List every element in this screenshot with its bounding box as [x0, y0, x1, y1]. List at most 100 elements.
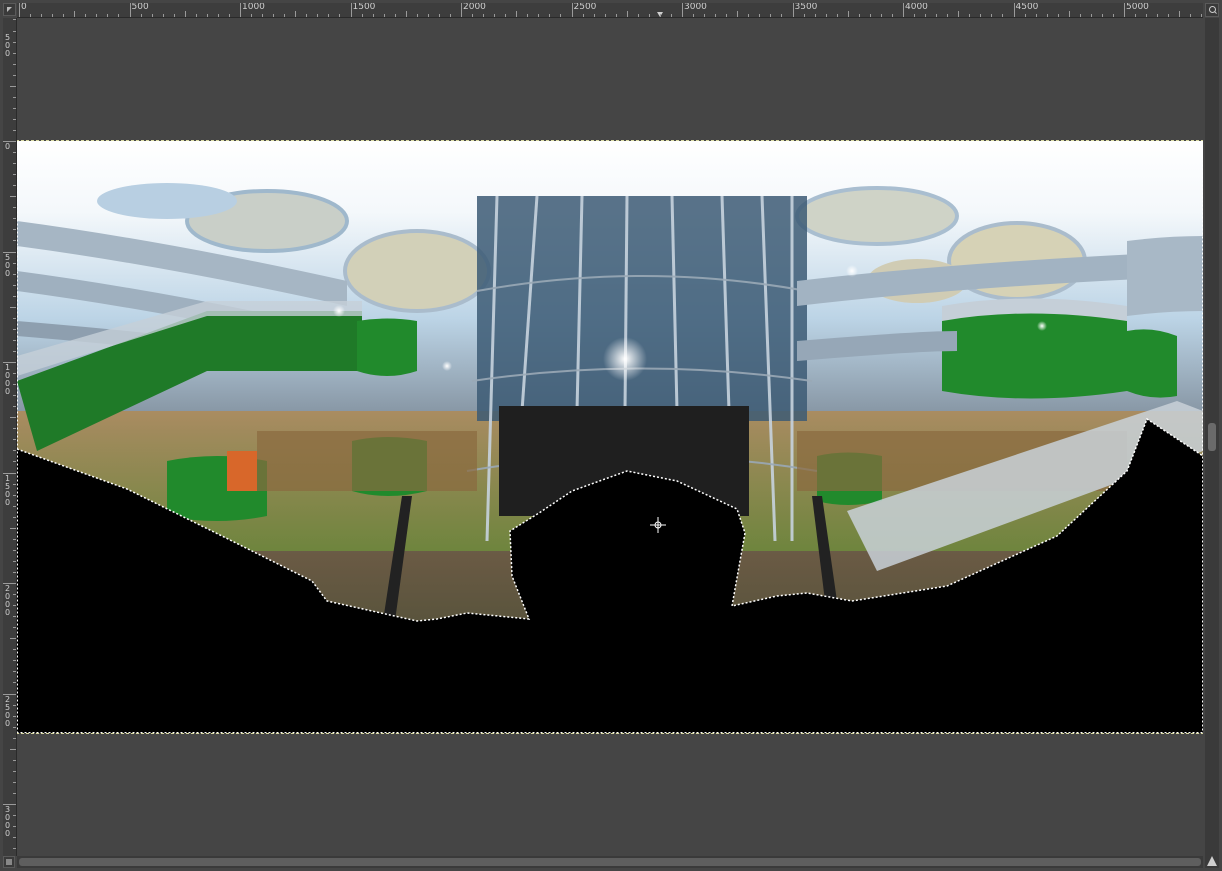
- ruler-minor-tick: [715, 14, 717, 17]
- ruler-minor-tick: [1146, 14, 1148, 17]
- vertical-ruler[interactable]: 500050010001500200025003000: [3, 18, 17, 856]
- ruler-minor-tick: [582, 14, 584, 17]
- ruler-minor-tick: [13, 19, 16, 21]
- ruler-label-char: 0: [4, 821, 11, 830]
- ruler-minor-tick: [13, 284, 16, 286]
- ruler-minor-tick: [13, 682, 16, 684]
- ruler-minor-tick: [659, 14, 661, 17]
- ruler-minor-tick: [1079, 14, 1081, 17]
- ruler-label: 0: [4, 49, 11, 58]
- ruler-minor-tick: [13, 549, 16, 551]
- ruler-minor-tick: [13, 781, 16, 783]
- ruler-minor-tick: [85, 14, 87, 17]
- horizontal-scrollbar[interactable]: [17, 856, 1203, 868]
- ruler-minor-tick: [295, 11, 297, 17]
- ruler-minor-tick: [10, 85, 16, 87]
- ruler-minor-tick: [118, 14, 120, 17]
- ruler-label-char: 0: [4, 379, 11, 388]
- ruler-label-char: 0: [4, 371, 11, 380]
- vertical-scrollbar-thumb[interactable]: [1208, 423, 1216, 451]
- ruler-minor-tick: [869, 14, 871, 17]
- ruler-label-char: 0: [4, 600, 11, 609]
- ruler-minor-tick: [825, 14, 827, 17]
- horizontal-scrollbar-thumb[interactable]: [19, 858, 1201, 866]
- image-canvas[interactable]: [17, 18, 1203, 856]
- ruler-minor-tick: [449, 14, 451, 17]
- ruler-minor-tick: [13, 174, 16, 176]
- ruler-minor-tick: [184, 11, 186, 17]
- ruler-label-char: 0: [4, 489, 11, 499]
- ruler-minor-tick: [13, 516, 16, 518]
- ruler-minor-tick: [637, 14, 639, 17]
- ruler-minor-tick: [427, 14, 429, 17]
- ruler-label-char: 5: [4, 252, 11, 262]
- ruler-minor-tick: [1190, 14, 1192, 17]
- ruler-minor-tick: [1101, 14, 1103, 17]
- ruler-minor-tick: [339, 14, 341, 17]
- ruler-minor-tick: [328, 14, 330, 17]
- ruler-minor-tick: [107, 14, 109, 17]
- ruler-minor-tick: [13, 671, 16, 673]
- ruler-minor-tick: [13, 339, 16, 341]
- zoom-navigate-icon[interactable]: [1205, 3, 1219, 17]
- ruler-minor-tick: [693, 14, 695, 17]
- ruler-minor-tick: [781, 14, 783, 17]
- ruler-major-tick: [571, 3, 573, 17]
- ruler-minor-tick: [306, 14, 308, 17]
- ruler-minor-tick: [251, 14, 253, 17]
- ruler-minor-tick: [13, 494, 16, 496]
- image-window: 0 500 1000 1500 2000 2500 3000 3500 4000 4500 5000…: [0, 0, 1222, 871]
- ruler-minor-tick: [593, 14, 595, 17]
- ruler-minor-tick: [394, 14, 396, 17]
- ruler-minor-tick: [30, 14, 32, 17]
- ruler-minor-tick: [13, 129, 16, 131]
- ruler-minor-tick: [13, 118, 16, 120]
- ruler-minor-tick: [549, 14, 551, 17]
- ruler-minor-tick: [206, 14, 208, 17]
- ruler-label-char: 0: [4, 710, 11, 720]
- ruler-minor-tick: [13, 759, 16, 761]
- ruler-minor-tick: [604, 14, 606, 17]
- ruler-minor-tick: [13, 837, 16, 839]
- ruler-minor-tick: [13, 218, 16, 220]
- ruler-major-tick: [682, 3, 683, 17]
- ruler-label-char: 2: [4, 584, 11, 593]
- ruler-label: 1000: [242, 3, 265, 12]
- ruler-minor-tick: [836, 14, 838, 17]
- ruler-minor-tick: [1157, 14, 1159, 17]
- ruler-minor-tick: [1179, 11, 1181, 17]
- ruler-minor-tick: [13, 52, 16, 54]
- ruler-minor-tick: [10, 527, 16, 529]
- ruler-minor-tick: [13, 295, 16, 297]
- ruler-minor-tick: [13, 428, 16, 430]
- ruler-label: 2000: [463, 3, 486, 12]
- ruler-minor-tick: [560, 14, 562, 17]
- horizontal-ruler[interactable]: 0 500 1000 1500 2000 2500 3000 3500 4000 4500 5000: [17, 3, 1203, 18]
- ruler-minor-tick: [1024, 14, 1026, 17]
- ruler-label: 3500: [794, 3, 818, 12]
- ruler-label-char: 0: [4, 608, 11, 617]
- quick-mask-button[interactable]: [3, 856, 15, 868]
- ruler-label: 4000: [905, 3, 928, 12]
- ruler-minor-tick: [858, 14, 860, 17]
- image-layer[interactable]: [17, 140, 1203, 734]
- ruler-minor-tick: [405, 11, 407, 17]
- ruler-minor-tick: [1057, 14, 1059, 17]
- ruler-label-char: 1: [4, 363, 11, 372]
- navigation-preview-icon[interactable]: [1205, 854, 1219, 868]
- ruler-label-char: 0: [4, 260, 11, 270]
- ruler-minor-tick: [980, 14, 982, 17]
- quick-mask-toggle-icon[interactable]: [3, 3, 16, 16]
- ruler-minor-tick: [13, 439, 16, 441]
- ruler-minor-tick: [10, 196, 16, 198]
- ruler-minor-tick: [847, 11, 849, 17]
- ruler-minor-tick: [262, 14, 264, 17]
- ruler-minor-tick: [10, 306, 16, 308]
- ruler-minor-tick: [615, 14, 617, 17]
- ruler-minor-tick: [96, 14, 98, 17]
- vertical-scrollbar[interactable]: [1205, 18, 1219, 856]
- ruler-minor-tick: [891, 14, 893, 17]
- ruler-minor-tick: [726, 14, 728, 17]
- ruler-minor-tick: [670, 14, 672, 17]
- selection-outline: [17, 141, 1203, 733]
